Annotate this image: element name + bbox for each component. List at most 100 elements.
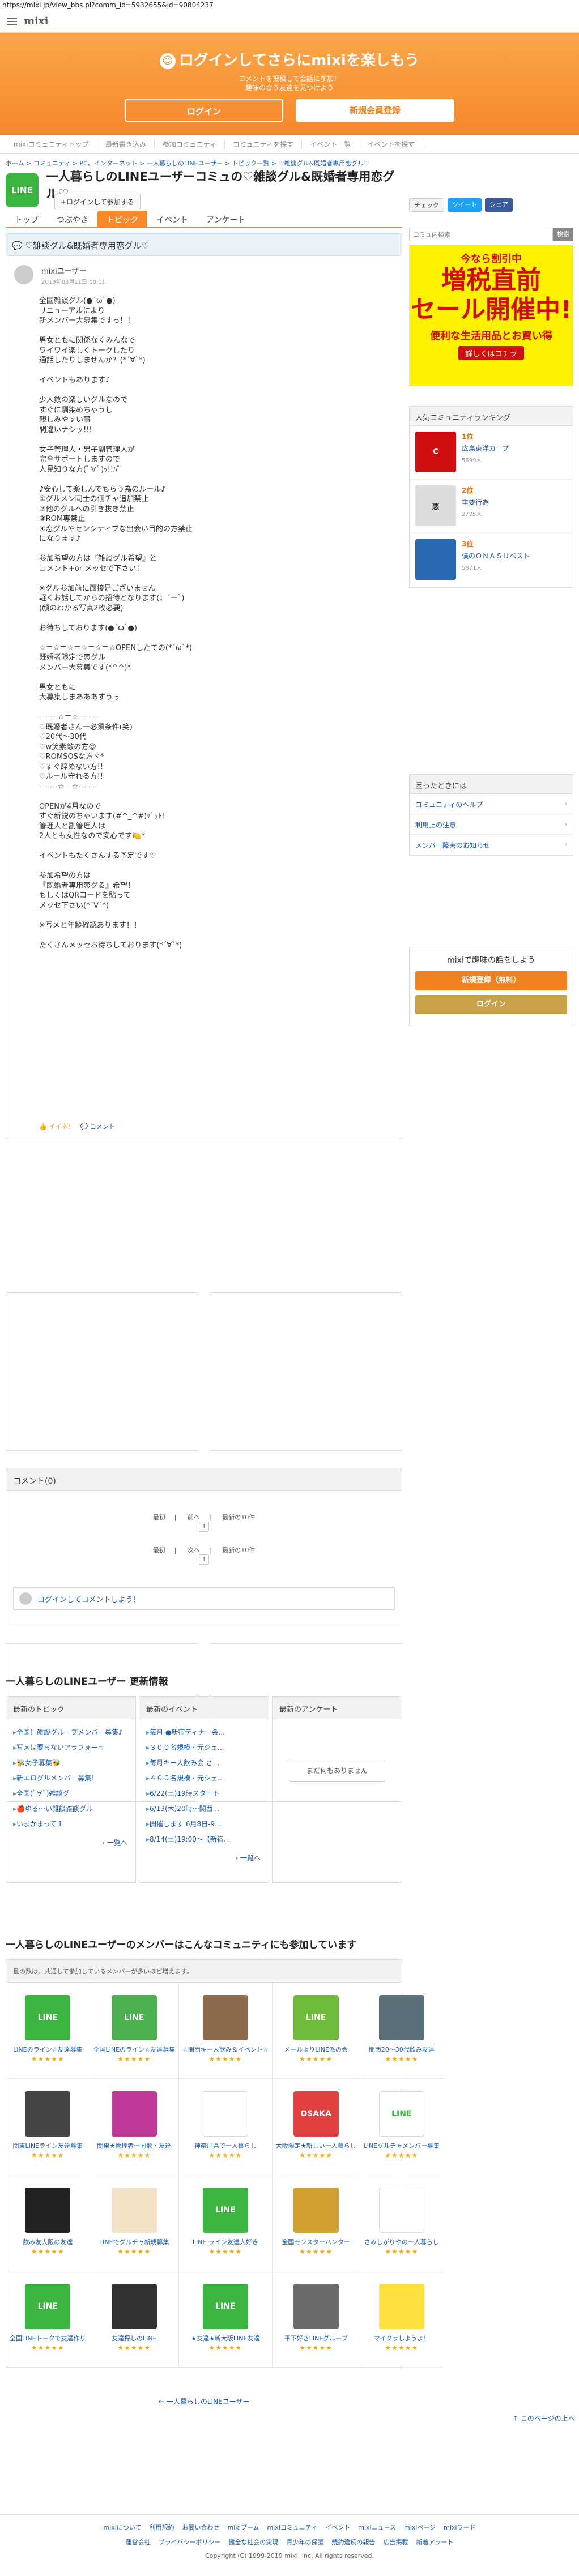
- community-logo[interactable]: LINE: [6, 173, 39, 207]
- member-community[interactable]: 友達探しのLINE ★★★★★: [90, 2271, 179, 2368]
- footer-link[interactable]: イベント: [325, 2524, 350, 2531]
- member-community[interactable]: 関西20〜30代飲み友達 ★★★★★: [360, 1983, 444, 2079]
- sidebar-ad[interactable]: 今なら割引中 増税直前 セール開催中! 便利な生活用品とお買い得 詳しくはコチラ: [409, 245, 573, 386]
- rank-name[interactable]: 広島東洋カープ: [462, 443, 509, 453]
- comment-input[interactable]: ログインしてコメントしよう！: [13, 1587, 395, 1610]
- footer-link[interactable]: mixiページ: [404, 2524, 436, 2531]
- member-community[interactable]: LINE メールよりLINE派の会 ★★★★★: [272, 1983, 360, 2079]
- rank-name[interactable]: 僕のＯＮＡＳＵベスト: [462, 551, 530, 561]
- tab-tweets[interactable]: つぶやき: [48, 211, 97, 227]
- topic-link[interactable]: 写メは要らないアラフォー☆: [13, 1740, 129, 1755]
- footer-link[interactable]: 健全な社会の実現: [228, 2539, 278, 2546]
- event-link[interactable]: ４００名規模・元シェ...: [146, 1771, 262, 1786]
- page-top-link[interactable]: ↑ このページの上へ: [513, 2413, 575, 2423]
- member-community[interactable]: LINE LINEのライン☆友達募集 ★★★★★: [6, 1983, 90, 2079]
- help-link[interactable]: 利用上の注意 ›: [410, 814, 573, 835]
- gnav-item[interactable]: イベントを探す: [359, 139, 424, 149]
- member-community[interactable]: 飲み友大阪の友達 ★★★★★: [6, 2175, 90, 2271]
- community-name[interactable]: LINEでグルチャ新規募集: [90, 2237, 178, 2246]
- ad-cta[interactable]: 詳しくはコチラ: [458, 346, 524, 360]
- event-link[interactable]: 6/13(木)20時〜関西...: [146, 1801, 262, 1817]
- member-community[interactable]: さみしがりやの一人暮らし ★★★★★: [360, 2175, 444, 2271]
- pager-first[interactable]: 最初: [153, 1514, 165, 1521]
- fb-share-button[interactable]: シェア: [485, 198, 513, 212]
- member-community[interactable]: 全国モンスターハンター ★★★★★: [272, 2175, 360, 2271]
- rank-item[interactable]: 3位 僕のＯＮＡＳＵベスト 5871人: [410, 533, 573, 587]
- avatar[interactable]: [14, 265, 33, 284]
- community-name[interactable]: 関東LINEライン友達募集: [6, 2141, 90, 2150]
- footer-link[interactable]: 規約違反の報告: [331, 2539, 375, 2546]
- pager-next[interactable]: 次へ: [188, 1547, 200, 1554]
- member-community[interactable]: 関東★管理者一同飲・友達 ★★★★★: [90, 2079, 179, 2175]
- member-community[interactable]: LINEでグルチャ新規募集 ★★★★★: [90, 2175, 179, 2271]
- member-community[interactable]: 神奈川県で一人暮らし ★★★★★: [178, 2079, 273, 2175]
- footer-link[interactable]: 青少年の保護: [286, 2539, 323, 2546]
- member-community[interactable]: マイクラしようよ！ ★★★★★: [360, 2271, 444, 2368]
- event-link[interactable]: 毎月キー人飲み会 さ...: [146, 1755, 262, 1771]
- community-name[interactable]: さみしがりやの一人暮らし: [360, 2237, 443, 2246]
- member-community[interactable]: LINE 全国LINEトークで友達作り ★★★★★: [6, 2271, 90, 2368]
- page-number[interactable]: 1: [199, 1554, 209, 1565]
- footer-link[interactable]: お問い合わせ: [182, 2524, 220, 2531]
- member-community[interactable]: LINE LINE ライン友達大好き ★★★★★: [178, 2175, 273, 2271]
- help-link[interactable]: コミュニティのヘルプ ›: [410, 794, 573, 814]
- event-link[interactable]: 毎月 ●新宿ディナー会...: [146, 1725, 262, 1740]
- gnav-item[interactable]: 参加コミュニティ: [155, 139, 225, 149]
- community-name[interactable]: 全国モンスターハンター: [273, 2237, 360, 2246]
- menu-icon[interactable]: [7, 17, 17, 25]
- community-name[interactable]: LINEのライン☆友達募集: [6, 2045, 90, 2054]
- community-name[interactable]: 飲み友大阪の友達: [6, 2237, 90, 2246]
- topic-link[interactable]: 🍎ゆる〜い雑談雑談グル: [13, 1801, 129, 1817]
- footer-link[interactable]: mixiについて: [104, 2524, 142, 2531]
- gnav-item[interactable]: mixiコミュニティトップ: [6, 139, 97, 149]
- topic-link[interactable]: 全国！雑談グル一プメンバー募集♪: [13, 1725, 129, 1740]
- tab-top[interactable]: トップ: [6, 211, 48, 227]
- event-link[interactable]: 8/14(土)19:00〜【新宿...: [146, 1832, 262, 1847]
- member-community[interactable]: ☆関西キー人飲み＆イベント☆ ★★★★★: [178, 1983, 273, 2079]
- ad-slot[interactable]: [210, 1292, 402, 1451]
- rank-name[interactable]: 重要行為: [462, 497, 489, 507]
- community-name[interactable]: 平下好きLINEグループ: [273, 2334, 360, 2343]
- community-name[interactable]: ☆関西キー人飲み＆イベント☆: [179, 2045, 272, 2054]
- banner-register-button[interactable]: 新規会員登録: [296, 99, 454, 122]
- event-link[interactable]: 開催します 6月8日-9...: [146, 1817, 262, 1832]
- rank-item[interactable]: 悪 2位 重要行為 2725人: [410, 480, 573, 533]
- community-name[interactable]: LINEグルチャメンバー募集: [360, 2141, 443, 2150]
- footer-link[interactable]: mixiニュース: [358, 2524, 396, 2531]
- member-community[interactable]: OSAKA 大阪限定★新しい一人暮らし ★★★★★: [272, 2079, 360, 2175]
- event-link[interactable]: 6/22(土)19時スタート: [146, 1786, 262, 1801]
- gnav-item[interactable]: イベント一覧: [302, 139, 360, 149]
- tab-events[interactable]: イベント: [147, 211, 197, 227]
- community-name[interactable]: 大阪限定★新しい一人暮らし: [273, 2141, 360, 2150]
- member-community[interactable]: 平下好きLINEグループ ★★★★★: [272, 2271, 360, 2368]
- breadcrumb[interactable]: ホーム > コミュニティ > PC、インターネット > 一人暮らしのLINEユー…: [6, 159, 402, 168]
- footer-link[interactable]: mixiワード: [444, 2524, 475, 2531]
- page-number[interactable]: 1: [199, 1522, 209, 1532]
- community-name[interactable]: 神奈川県で一人暮らし: [179, 2141, 272, 2150]
- community-name[interactable]: マイクラしようよ！: [360, 2334, 443, 2343]
- gnav-item[interactable]: 最新書き込み: [97, 139, 155, 149]
- iine-button[interactable]: 👍 イイネ！: [39, 1123, 74, 1130]
- pager-prev[interactable]: 前へ: [188, 1514, 200, 1521]
- back-to-community-link[interactable]: ← 一人暮らしのLINEユーザー: [159, 2396, 249, 2406]
- footer-link[interactable]: 運営会社: [126, 2539, 151, 2546]
- topic-link[interactable]: 新エログルメンバー募集！: [13, 1771, 129, 1786]
- pager-first[interactable]: 最初: [153, 1547, 165, 1554]
- ad-slot[interactable]: [6, 1292, 198, 1451]
- member-community[interactable]: LINE ★友達★新大阪LINE友達 ★★★★★: [178, 2271, 273, 2368]
- check-button[interactable]: チェック: [409, 198, 444, 212]
- search-button[interactable]: 検索: [553, 228, 573, 241]
- comment-link[interactable]: 💬 コメント: [80, 1123, 115, 1130]
- author-name[interactable]: mixiユーザー: [41, 265, 105, 276]
- footer-link[interactable]: 広告掲載: [383, 2539, 408, 2546]
- member-community[interactable]: 関東LINEライン友達募集 ★★★★★: [6, 2079, 90, 2175]
- event-link[interactable]: ３００名規模・元シェ...: [146, 1740, 262, 1755]
- community-name[interactable]: ★友達★新大阪LINE友達: [179, 2334, 272, 2343]
- community-name[interactable]: メールよりLINE派の会: [273, 2045, 360, 2054]
- topics-more-link[interactable]: › 一覧へ: [6, 1838, 135, 1847]
- banner-login-button[interactable]: ログイン: [125, 99, 283, 122]
- footer-link[interactable]: mixiブーム: [228, 2524, 259, 2531]
- tab-surveys[interactable]: アンケート: [197, 211, 254, 227]
- topic-link[interactable]: 全国(ﾟ∀ﾟ)雑談グ: [13, 1786, 129, 1801]
- signup-register-button[interactable]: 新規登録（無料）: [415, 971, 567, 990]
